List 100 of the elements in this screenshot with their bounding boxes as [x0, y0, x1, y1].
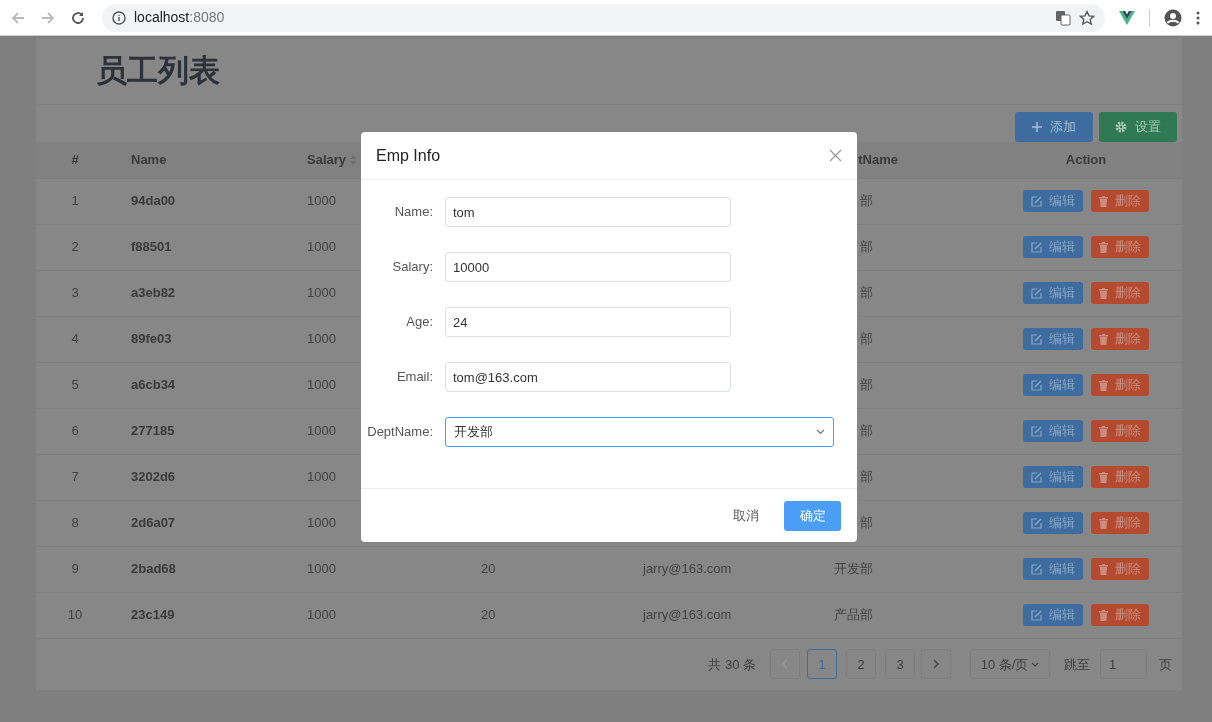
dialog-title: Emp Info: [376, 145, 441, 166]
table-cell: 1000: [307, 515, 336, 531]
table-cell: 89fe03: [131, 331, 172, 347]
edit-button[interactable]: 编辑: [1023, 328, 1083, 351]
account-icon[interactable]: [1164, 8, 1182, 27]
page-size-select[interactable]: 10 条/页: [970, 649, 1050, 680]
delete-button[interactable]: 删除: [1091, 328, 1149, 351]
edit-button[interactable]: 编辑: [1023, 466, 1083, 489]
table-cell: jarry@163.com: [643, 607, 732, 623]
edit-button[interactable]: 编辑: [1023, 512, 1083, 535]
delete-button[interactable]: 删除: [1091, 466, 1149, 489]
edit-icon: [1031, 517, 1042, 529]
edit-icon: [1031, 609, 1042, 621]
table-cell: 部: [860, 515, 873, 531]
address-bar[interactable]: localhost:8080: [102, 3, 1105, 32]
trash-icon: [1099, 379, 1108, 391]
edit-button[interactable]: 编辑: [1023, 420, 1083, 443]
page-button[interactable]: 3: [885, 649, 915, 680]
column-header: Action: [1065, 151, 1107, 167]
add-button[interactable]: 添加: [1015, 111, 1093, 142]
edit-button[interactable]: 编辑: [1023, 190, 1083, 213]
table-cell: 1000: [307, 193, 336, 209]
chevron-down-icon: [816, 429, 825, 435]
department-select[interactable]: 开发部: [445, 417, 834, 447]
table-cell: 1000: [307, 331, 336, 347]
delete-button[interactable]: 删除: [1091, 282, 1149, 305]
edit-icon: [1031, 241, 1042, 253]
edit-icon: [1031, 425, 1042, 437]
column-header[interactable]: Salary: [307, 149, 347, 170]
table-cell: 20: [481, 561, 496, 577]
table-cell: 10: [67, 607, 83, 623]
table-cell: 部: [860, 469, 873, 485]
page-button[interactable]: 1: [807, 649, 837, 680]
table-cell: 1000: [307, 285, 336, 301]
column-header: #: [71, 151, 79, 167]
page-jump-field[interactable]: 1: [1100, 649, 1147, 680]
total-count: 共 30 条: [708, 655, 756, 674]
column-header: Name: [131, 151, 167, 167]
edit-icon: [1031, 287, 1042, 299]
extension-logo-icon[interactable]: [1119, 10, 1135, 25]
url-port: :8080: [189, 8, 225, 27]
delete-button[interactable]: 删除: [1091, 512, 1149, 535]
trash-icon: [1099, 287, 1108, 299]
table-cell: 部: [860, 377, 873, 393]
delete-button[interactable]: 删除: [1091, 236, 1149, 259]
delete-button[interactable]: 删除: [1091, 420, 1149, 443]
table-cell: 部: [860, 331, 873, 347]
page-title: 员工列表: [96, 51, 220, 90]
edit-icon: [1031, 379, 1042, 391]
edit-icon: [1031, 333, 1042, 345]
reload-icon[interactable]: [70, 9, 86, 26]
translate-icon[interactable]: [1055, 9, 1071, 26]
chevron-down-icon: [1031, 661, 1040, 667]
edit-button[interactable]: 编辑: [1023, 604, 1083, 627]
input-field[interactable]: 24: [445, 307, 731, 337]
trash-icon: [1099, 517, 1108, 529]
table-cell: 2: [71, 239, 79, 255]
table-cell: 部: [860, 239, 873, 255]
edit-button[interactable]: 编辑: [1023, 282, 1083, 305]
delete-button[interactable]: 删除: [1091, 374, 1149, 397]
delete-button[interactable]: 删除: [1091, 558, 1149, 581]
settings-button[interactable]: 设置: [1099, 111, 1177, 142]
field-label: Email:: [395, 368, 434, 387]
field-label: Name:: [393, 203, 434, 222]
plus-icon: [1032, 121, 1042, 132]
star-icon[interactable]: [1079, 9, 1095, 26]
table-cell: 部: [860, 423, 873, 439]
edit-button[interactable]: 编辑: [1023, 558, 1083, 581]
edit-button[interactable]: 编辑: [1023, 236, 1083, 259]
delete-button[interactable]: 删除: [1091, 604, 1149, 627]
edit-icon: [1031, 195, 1042, 207]
table-cell: 3: [71, 285, 79, 301]
menu-icon[interactable]: [1196, 10, 1200, 25]
info-icon[interactable]: [112, 10, 126, 25]
confirm-button[interactable]: 确定: [784, 500, 841, 531]
page-suffix: 页: [1159, 655, 1172, 674]
edit-icon: [1031, 563, 1042, 575]
input-field[interactable]: 10000: [445, 252, 731, 282]
table-cell: f88501: [131, 239, 172, 255]
table-cell: 开发部: [834, 561, 873, 577]
table-cell: 7: [71, 469, 79, 485]
table-cell: 1000: [307, 561, 336, 577]
table-cell: 277185: [131, 423, 175, 439]
table-cell: 1000: [307, 377, 336, 393]
chevron-right-icon: [933, 659, 939, 670]
trash-icon: [1099, 609, 1108, 621]
delete-button[interactable]: 删除: [1091, 190, 1149, 213]
table-cell: 1000: [307, 469, 336, 485]
table-cell: 1000: [307, 239, 336, 255]
close-icon[interactable]: [829, 149, 842, 162]
edit-button[interactable]: 编辑: [1023, 374, 1083, 397]
input-field[interactable]: tom@163.com: [445, 362, 731, 392]
table-cell: 20: [481, 607, 496, 623]
trash-icon: [1099, 195, 1108, 207]
table-cell: 1000: [307, 607, 336, 623]
cancel-button[interactable]: 取消: [717, 500, 774, 531]
page-button[interactable]: 2: [846, 649, 876, 680]
input-field[interactable]: tom: [445, 197, 731, 227]
table-cell: 23c149: [131, 607, 175, 623]
table-cell: a3eb82: [131, 285, 176, 301]
